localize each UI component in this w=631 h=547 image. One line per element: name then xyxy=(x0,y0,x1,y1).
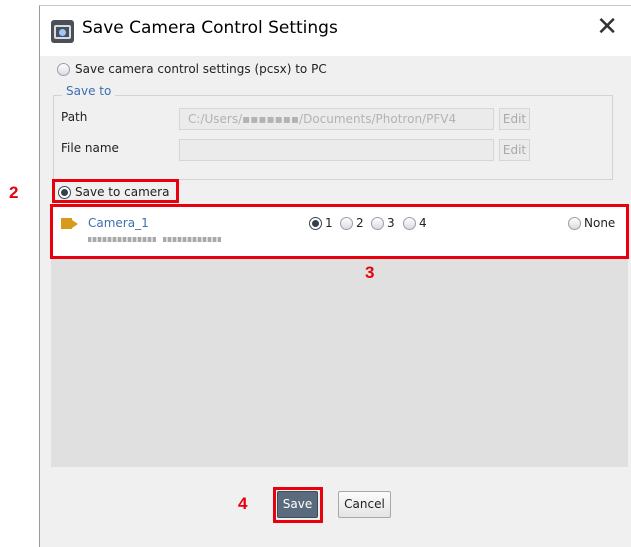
save-to-camera-label: Save to camera xyxy=(75,185,170,199)
file-name-label: File name xyxy=(61,141,119,155)
camera-info-blurred xyxy=(88,237,156,242)
save-camera-control-settings-dialog: Save Camera Control Settings ✕ Save came… xyxy=(39,5,631,547)
camera-list: Camera_1 1 2 3 4 None xyxy=(51,206,628,467)
slot-label-3: 3 xyxy=(387,216,395,230)
video-camera-icon xyxy=(61,218,78,229)
camera-info-blurred-2 xyxy=(163,237,221,242)
file-name-edit-button: Edit xyxy=(499,139,530,161)
slot-radio-4[interactable] xyxy=(403,217,416,230)
title-bar: Save Camera Control Settings ✕ xyxy=(40,6,631,56)
close-icon[interactable]: ✕ xyxy=(596,14,618,40)
camera-app-icon xyxy=(51,20,74,43)
save-to-pc-label: Save camera control settings (pcsx) to P… xyxy=(75,62,327,76)
camera-row: Camera_1 1 2 3 4 None xyxy=(51,206,628,256)
path-label: Path xyxy=(61,110,88,124)
camera-name: Camera_1 xyxy=(88,216,149,230)
step-4-number: 4 xyxy=(238,494,248,513)
save-to-pc-radio[interactable] xyxy=(57,63,70,76)
slot-label-none: None xyxy=(584,216,616,230)
path-field: C:/Users/▪▪▪▪▪▪▪/Documents/Photron/PFV4 xyxy=(179,108,494,130)
dialog-title: Save Camera Control Settings xyxy=(82,18,338,38)
slot-label-4: 4 xyxy=(419,216,427,230)
slot-radio-1[interactable] xyxy=(309,217,322,230)
step-2-number: 2 xyxy=(9,183,19,202)
save-to-camera-radio[interactable] xyxy=(58,186,71,199)
step-3-number: 3 xyxy=(365,263,375,282)
save-button[interactable]: Save xyxy=(277,491,318,518)
slot-label-1: 1 xyxy=(325,216,333,230)
save-to-legend: Save to xyxy=(62,84,116,98)
file-name-field xyxy=(179,139,494,161)
path-edit-button: Edit xyxy=(499,108,530,130)
cancel-button[interactable]: Cancel xyxy=(338,491,391,518)
slot-radio-none[interactable] xyxy=(568,217,581,230)
slot-radio-3[interactable] xyxy=(371,217,384,230)
slot-radio-2[interactable] xyxy=(340,217,353,230)
slot-label-2: 2 xyxy=(356,216,364,230)
